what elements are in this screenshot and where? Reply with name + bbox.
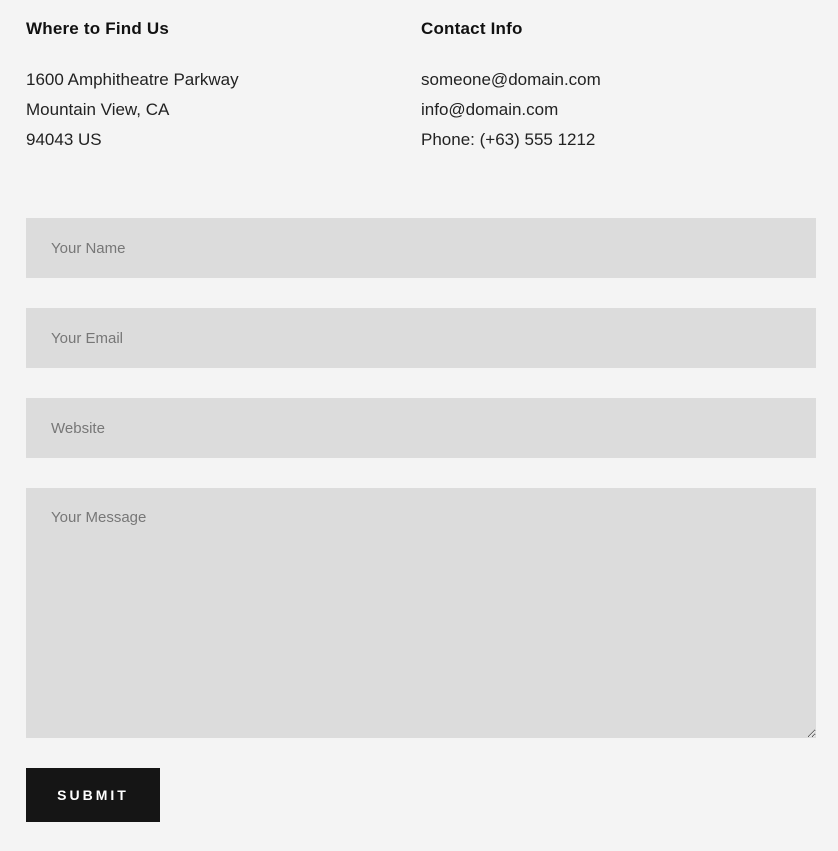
contact-email-info: info@domain.com [421,100,559,119]
contact-phone: Phone: (+63) 555 1212 [421,130,596,149]
address-line: 94043 US [26,130,102,149]
address-lines: 1600 Amphitheatre Parkway Mountain View,… [26,65,421,155]
website-input[interactable] [26,398,816,458]
submit-button[interactable]: SUBMIT [26,768,160,822]
contact-lines: someone@domain.com info@domain.com Phone… [421,65,816,155]
where-heading: Where to Find Us [26,19,169,38]
contact-info: Contact Info someone@domain.com info@dom… [421,17,816,155]
contact-form: SUBMIT [26,218,816,822]
email-input[interactable] [26,308,816,368]
address-line: 1600 Amphitheatre Parkway [26,70,239,89]
address-line: Mountain View, CA [26,100,170,119]
name-input[interactable] [26,218,816,278]
message-textarea[interactable] [26,488,816,738]
info-section: Where to Find Us 1600 Amphitheatre Parkw… [26,17,816,155]
where-to-find-us: Where to Find Us 1600 Amphitheatre Parkw… [26,17,421,155]
contact-heading: Contact Info [421,19,523,38]
contact-email-primary: someone@domain.com [421,70,601,89]
